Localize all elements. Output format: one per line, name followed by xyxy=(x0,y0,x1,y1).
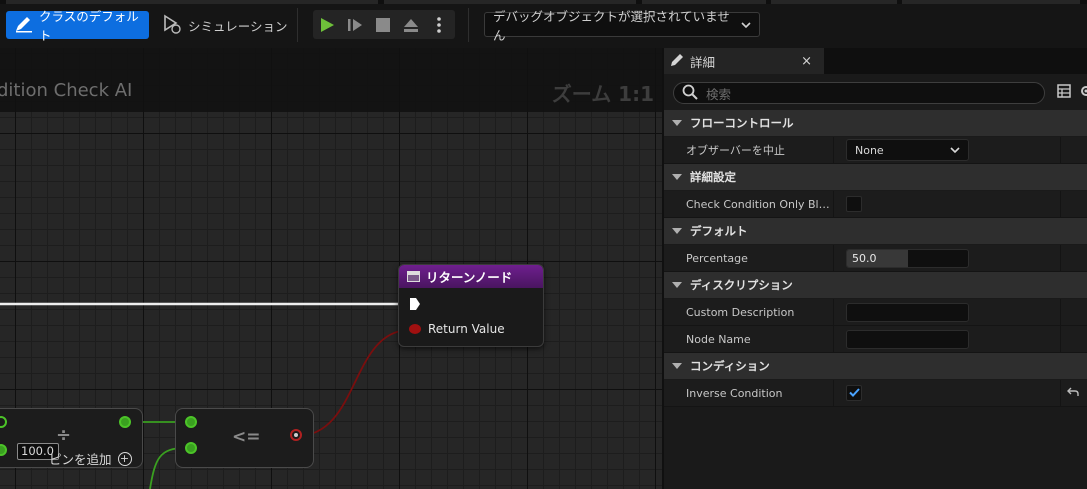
kebab-icon xyxy=(437,16,441,33)
compare-input-pin-a[interactable] xyxy=(185,416,197,428)
collapse-triangle-icon xyxy=(672,120,682,126)
search-placeholder: 検索 xyxy=(706,86,732,102)
inverse-condition-checkbox[interactable] xyxy=(846,385,862,401)
compare-input-pin-b[interactable] xyxy=(185,442,197,454)
tab-details[interactable]: 詳細 × xyxy=(664,48,824,74)
close-icon[interactable]: × xyxy=(801,54,812,69)
collapse-triangle-icon xyxy=(672,174,682,180)
percentage-spinbox[interactable]: 50.0 xyxy=(846,248,969,268)
details-tab-bar: 詳細 × xyxy=(664,48,1087,74)
observer-aborts-value: None xyxy=(855,143,884,157)
property-row-observer-aborts: オブザーバーを中止 None xyxy=(664,137,1087,164)
collapse-triangle-icon xyxy=(672,282,682,288)
property-name: Inverse Condition xyxy=(686,386,783,400)
category-label: コンディション xyxy=(690,359,770,373)
simulation-button[interactable]: シミュレーション xyxy=(162,11,288,39)
debug-object-dropdown[interactable]: デバッグオブジェクトが選択されていません xyxy=(484,9,760,43)
checkmark-icon xyxy=(848,386,860,400)
category-description[interactable]: ディスクリプション xyxy=(664,272,1087,299)
class-defaults-button[interactable]: クラスのデフォルト xyxy=(6,9,149,43)
add-pin-label: ピンを追加 xyxy=(49,452,112,467)
return-node-header: リターンノード xyxy=(399,265,543,288)
return-value-pin-row: Return Value xyxy=(409,322,505,336)
play-button[interactable] xyxy=(313,10,341,39)
blueprint-editor-window: クラスのデフォルト シミュレーション デバッグオブジェクトが選択されていません … xyxy=(0,0,1087,489)
plus-circle-icon: + xyxy=(117,451,132,466)
property-name: オブザーバーを中止 xyxy=(686,144,785,157)
exec-input-pin[interactable] xyxy=(409,297,421,314)
chevron-down-icon xyxy=(950,144,960,157)
return-value-pin[interactable] xyxy=(409,324,421,334)
property-name: Check Condition Only Blac… xyxy=(686,197,834,211)
toolbar-divider xyxy=(468,8,469,42)
play-icon xyxy=(321,17,334,32)
divide-output-pin[interactable] xyxy=(119,416,131,428)
pencil-icon xyxy=(670,53,684,70)
category-label: デフォルト xyxy=(690,224,748,238)
property-name: Custom Description xyxy=(686,305,795,319)
category-label: ディスクリプション xyxy=(690,278,793,292)
frame-advance-icon xyxy=(348,18,362,31)
property-row-node-name: Node Name xyxy=(664,326,1087,353)
check-condition-checkbox[interactable] xyxy=(846,196,862,212)
frame-advance-button[interactable] xyxy=(341,10,369,39)
play-controls xyxy=(313,10,455,39)
divide-input-pin-a[interactable] xyxy=(0,416,7,428)
category-flow-control[interactable]: フローコントロール xyxy=(664,110,1087,137)
property-name: Node Name xyxy=(686,332,751,346)
collapse-triangle-icon xyxy=(672,228,682,234)
toolbar-top-strip xyxy=(0,0,1087,4)
chevron-down-icon xyxy=(741,17,751,32)
category-condition[interactable]: コンディション xyxy=(664,353,1087,380)
category-label: フローコントロール xyxy=(690,116,794,130)
compare-output-pin[interactable] xyxy=(290,429,302,441)
details-tab-label: 詳細 xyxy=(690,54,716,70)
compare-operator: <= xyxy=(232,427,261,447)
percentage-value: 50.0 xyxy=(852,251,877,265)
category-advanced[interactable]: 詳細設定 xyxy=(664,164,1087,191)
property-matrix-icon[interactable] xyxy=(1057,84,1071,101)
property-name: Percentage xyxy=(686,251,748,265)
class-defaults-label: クラスのデフォルト xyxy=(39,9,139,43)
details-search-row: 検索 xyxy=(664,74,1087,110)
details-view-options xyxy=(1057,84,1087,101)
simulation-icon xyxy=(162,14,182,37)
property-row-check-condition: Check Condition Only Blac… xyxy=(664,191,1087,218)
collapse-triangle-icon xyxy=(672,363,682,369)
category-label: 詳細設定 xyxy=(690,170,736,184)
search-icon xyxy=(682,84,698,103)
settings-gear-icon[interactable] xyxy=(1079,84,1087,101)
eject-icon xyxy=(404,18,418,32)
details-search-input[interactable]: 検索 xyxy=(673,82,1045,104)
less-equal-node[interactable]: <= xyxy=(175,408,314,468)
function-icon xyxy=(407,271,420,282)
editor-toolbar: クラスのデフォルト シミュレーション デバッグオブジェクトが選択されていません xyxy=(0,0,1087,48)
stop-button[interactable] xyxy=(369,10,397,39)
return-value-label: Return Value xyxy=(428,322,505,336)
details-panel: 詳細 × 検索 フローコントロール オブザーバーを中止 None 詳細設定 Ch… xyxy=(662,48,1087,489)
return-node-title: リターンノード xyxy=(426,270,513,285)
property-row-custom-description: Custom Description xyxy=(664,299,1087,326)
toolbar-divider xyxy=(297,8,298,42)
node-name-input[interactable] xyxy=(846,329,969,349)
custom-description-input[interactable] xyxy=(846,302,969,322)
divide-node[interactable]: ÷ 100.0 ピンを追加 + xyxy=(0,408,143,468)
simulation-label: シミュレーション xyxy=(188,18,288,34)
property-row-percentage: Percentage 50.0 xyxy=(664,245,1087,272)
observer-aborts-dropdown[interactable]: None xyxy=(846,139,969,161)
divide-input-pin-b[interactable] xyxy=(0,444,7,456)
more-options-button[interactable] xyxy=(425,10,453,39)
blueprint-graph-canvas[interactable]: dition Check AI ズーム 1:1 リターンノード Return V… xyxy=(0,48,662,489)
stop-icon xyxy=(376,17,390,32)
eject-button[interactable] xyxy=(397,10,425,39)
add-pin-button[interactable]: ピンを追加 + xyxy=(49,449,132,468)
category-default[interactable]: デフォルト xyxy=(664,218,1087,245)
class-defaults-icon xyxy=(14,15,34,36)
return-node[interactable]: リターンノード Return Value xyxy=(398,264,544,347)
reset-to-default-icon[interactable] xyxy=(1067,386,1079,401)
property-row-inverse-condition: Inverse Condition xyxy=(664,380,1087,407)
debug-object-label: デバッグオブジェクトが選択されていません xyxy=(493,8,730,43)
